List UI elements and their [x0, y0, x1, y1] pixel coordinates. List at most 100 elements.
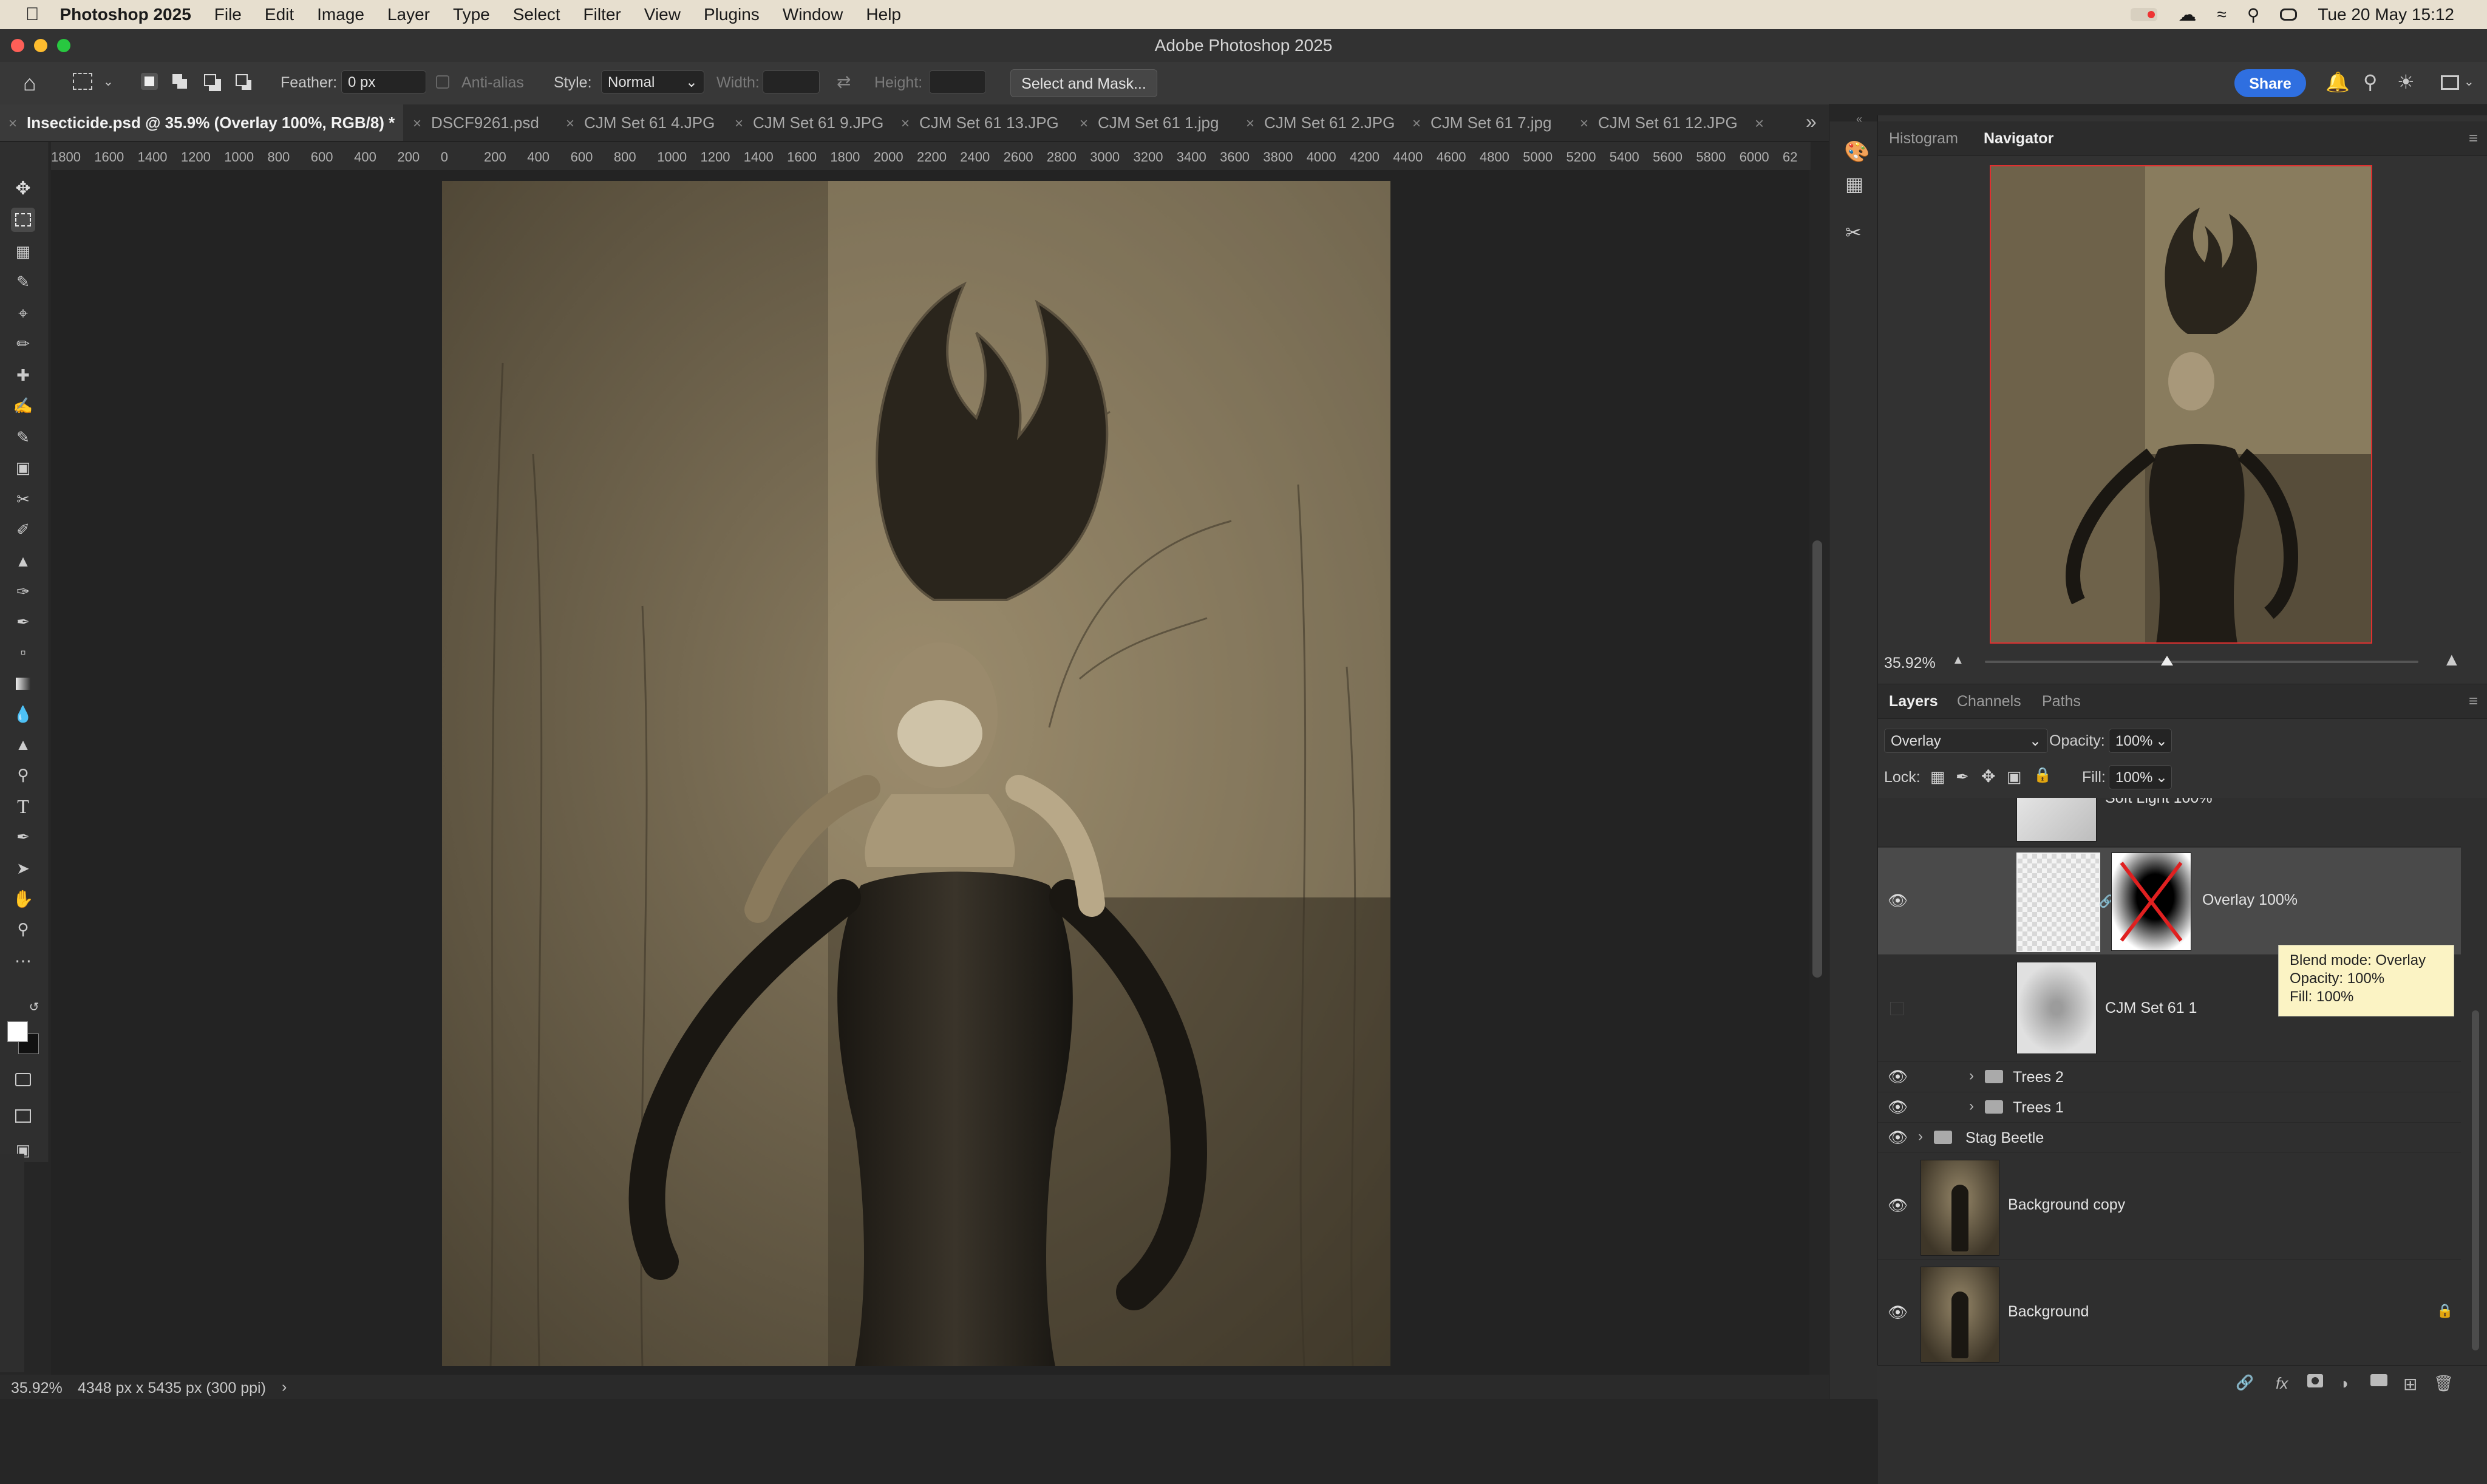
more-tools-icon[interactable]: ⋯ — [11, 948, 35, 973]
minimize-window-button[interactable] — [34, 39, 47, 52]
app-menu[interactable]: Photoshop 2025 — [60, 5, 191, 24]
lock-transparent-icon[interactable]: ▦ — [1930, 768, 1945, 786]
menu-view[interactable]: View — [644, 5, 681, 24]
adjustment-layer-icon[interactable]: ◑ — [2339, 1374, 2357, 1392]
menu-image[interactable]: Image — [317, 5, 364, 24]
tab-cjm-set-61-2[interactable]: × CJM Set 61 2.JPG — [1246, 104, 1395, 141]
close-window-button[interactable] — [11, 39, 24, 52]
rectangular-marquee-tool-icon[interactable] — [11, 208, 35, 232]
gradient-tool-icon[interactable] — [11, 672, 35, 696]
tab-histogram[interactable]: Histogram — [1889, 130, 1958, 148]
expand-group-chevron-icon[interactable]: › — [1969, 1098, 1974, 1115]
dodge-tool-icon[interactable]: ⚲ — [11, 763, 35, 787]
zoom-out-icon[interactable]: ▲ — [1952, 653, 1964, 667]
hand-tool-icon[interactable]: ✋ — [11, 887, 35, 911]
panel-menu-icon[interactable]: ≡ — [2469, 129, 2478, 148]
menubar-clock[interactable]: Tue 20 May 15:12 — [2318, 5, 2454, 24]
sharpen-tool-icon[interactable]: ▲ — [11, 732, 35, 757]
notifications-bell-icon[interactable]: 🔔 — [2325, 70, 2350, 94]
feather-input[interactable]: 0 px — [341, 70, 426, 94]
collapse-panels-icon[interactable]: « — [1856, 113, 1862, 126]
menu-edit[interactable]: Edit — [265, 5, 294, 24]
tab-cjm-set-61-7[interactable]: × CJM Set 61 7.jpg — [1412, 104, 1551, 141]
height-input[interactable] — [929, 70, 986, 94]
menu-file[interactable]: File — [214, 5, 242, 24]
menu-help[interactable]: Help — [866, 5, 901, 24]
new-selection-icon[interactable] — [141, 73, 158, 90]
menu-layer[interactable]: Layer — [387, 5, 430, 24]
navigator-preview[interactable] — [1990, 165, 2372, 644]
vertical-scrollbar-thumb[interactable] — [1812, 540, 1822, 978]
patch-tool-icon[interactable]: ✎ — [11, 425, 35, 449]
control-center-icon[interactable] — [2280, 9, 2298, 21]
lock-position-icon[interactable]: ✥ — [1981, 766, 1995, 786]
close-tab-icon[interactable]: × — [9, 115, 17, 132]
tab-channels[interactable]: Channels — [1957, 693, 2021, 710]
new-group-icon[interactable] — [2370, 1374, 2389, 1391]
disabled-layer-mask[interactable] — [2111, 853, 2191, 951]
layer-group-trees-1[interactable]: 👁 › Trees 1 — [1878, 1092, 2461, 1123]
menu-window[interactable]: Window — [783, 5, 843, 24]
add-selection-icon[interactable] — [172, 74, 182, 84]
eyedropper-tool-icon[interactable]: ✏ — [11, 332, 35, 356]
close-tab-icon[interactable]: × — [1246, 115, 1254, 132]
clone-stamp-tool-icon[interactable]: ▲ — [11, 549, 35, 573]
tab-layers[interactable]: Layers — [1889, 693, 1938, 710]
zoom-in-icon[interactable]: ▲ — [2443, 650, 2461, 670]
remove-tool-icon[interactable]: ✍ — [11, 393, 35, 418]
visibility-eye-icon[interactable]: 👁 — [1888, 1303, 1908, 1321]
close-tab-icon[interactable]: × — [735, 115, 743, 132]
history-brush-tool-icon[interactable]: ✑ — [11, 579, 35, 604]
screen-mode-icon[interactable] — [11, 1104, 35, 1128]
layer-group-stag-beetle[interactable]: 👁 › Stag Beetle — [1878, 1122, 2461, 1153]
close-tab-icon[interactable]: × — [413, 115, 421, 132]
swap-colors-icon[interactable]: ↺ — [22, 995, 46, 1019]
layer-soft-light[interactable]: Soft Light 100% — [1878, 798, 2461, 847]
spot-healing-tool-icon[interactable]: ✚ — [11, 363, 35, 387]
creative-cloud-icon[interactable]: ☁ — [2178, 4, 2196, 26]
path-selection-tool-icon[interactable]: ➤ — [11, 856, 35, 880]
intersect-selection-icon[interactable] — [236, 74, 248, 86]
zoom-level[interactable]: 35.92% — [11, 1380, 63, 1397]
visibility-eye-icon[interactable]: 👁 — [1888, 1098, 1908, 1116]
swap-width-height-icon[interactable]: ⇄ — [837, 72, 851, 92]
spotlight-search-icon[interactable]: ⚲ — [2247, 5, 2260, 25]
blend-mode-select[interactable]: Overlay ⌄ — [1884, 729, 2048, 753]
record-status-icon[interactable] — [2131, 8, 2158, 21]
close-tab-icon[interactable]: × — [566, 115, 574, 132]
share-button[interactable]: Share — [2234, 69, 2306, 97]
antialias-checkbox[interactable] — [436, 75, 449, 89]
tab-cjm-set-61-1[interactable]: × CJM Set 61 1.jpg — [1080, 104, 1219, 141]
close-tab-icon[interactable]: × — [1080, 115, 1088, 132]
delete-layer-icon[interactable]: 🗑 — [2434, 1374, 2454, 1392]
move-tool-icon[interactable]: ✥ — [11, 176, 35, 200]
discover-lightbulb-icon[interactable]: ☀ — [2397, 70, 2415, 94]
foreground-color-swatch[interactable] — [7, 1021, 28, 1042]
visibility-eye-icon[interactable]: 👁 — [1888, 1196, 1908, 1214]
apple-icon[interactable]:  — [26, 4, 39, 25]
brush-tool-icon[interactable]: ✐ — [11, 517, 35, 542]
new-layer-icon[interactable]: ⊞ — [2403, 1374, 2421, 1394]
link-layers-icon[interactable]: 🔗 — [2236, 1374, 2254, 1391]
close-tab-icon[interactable]: × — [901, 115, 910, 132]
adjustments-panel-icon[interactable]: ✂ — [1845, 221, 1862, 244]
layer-style-fx-icon[interactable]: fx — [2276, 1374, 2294, 1392]
style-select[interactable]: Normal ⌄ — [601, 70, 704, 94]
mixer-brush-tool-icon[interactable]: ✒ — [11, 610, 35, 634]
tab-cjm-set-61-13[interactable]: × CJM Set 61 13.JPG — [901, 104, 1059, 141]
select-and-mask-button[interactable]: Select and Mask... — [1010, 69, 1157, 97]
navigator-zoom-value[interactable]: 35.92% — [1884, 655, 1936, 672]
layer-overlay[interactable]: 👁 🔗 Overlay 100% — [1878, 848, 2461, 955]
tab-cjm-set-61-4[interactable]: × CJM Set 61 4.JPG — [566, 104, 715, 141]
status-menu-arrow[interactable]: › — [282, 1378, 287, 1396]
quick-mask-icon[interactable] — [11, 1067, 35, 1092]
zoom-tool-icon[interactable]: ⚲ — [11, 917, 35, 941]
pen-tool-icon[interactable]: ✒ — [11, 825, 35, 849]
tab-cjm-set-61-12[interactable]: × CJM Set 61 12.JPG — [1580, 104, 1738, 141]
close-tab-icon[interactable]: × — [1580, 115, 1588, 132]
document-canvas[interactable] — [442, 181, 1390, 1366]
red-eye-tool-icon[interactable]: ✂ — [11, 487, 35, 511]
wifi-icon[interactable]: ≈ — [2217, 5, 2226, 24]
visibility-toggle-off[interactable] — [1890, 1002, 1904, 1015]
crop-tool-icon[interactable]: ⌖ — [11, 301, 35, 325]
